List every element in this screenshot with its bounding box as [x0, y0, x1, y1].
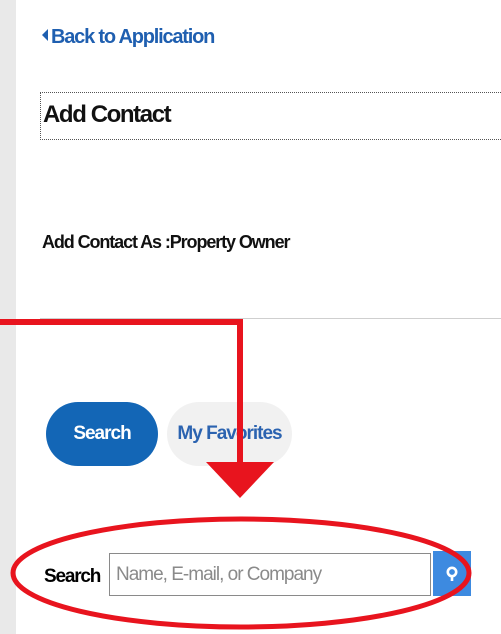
search-button[interactable] — [433, 551, 471, 596]
section-divider — [40, 318, 501, 319]
tab-search-label: Search — [73, 423, 131, 444]
tab-my-favorites[interactable]: My Favorites — [167, 402, 292, 466]
back-link-label: Back to Application — [51, 26, 215, 48]
contact-type-label: Add Contact As — [42, 232, 162, 252]
tab-search[interactable]: Search — [46, 402, 158, 466]
tab-my-favorites-label: My Favorites — [177, 423, 282, 444]
page-title: Add Contact — [40, 92, 501, 140]
page-title-text: Add Contact — [43, 101, 172, 128]
magnifier-icon — [446, 566, 458, 581]
back-to-application-link[interactable]: Back to Application — [42, 26, 215, 49]
page: Back to Application Add Contact Add Cont… — [0, 0, 501, 634]
contact-type-row: Add Contact As :Property Owner — [42, 232, 291, 253]
search-label: Search — [44, 566, 101, 587]
caret-left-icon — [42, 29, 48, 41]
search-input[interactable] — [109, 553, 431, 596]
contact-type-value: Property Owner — [169, 232, 291, 252]
